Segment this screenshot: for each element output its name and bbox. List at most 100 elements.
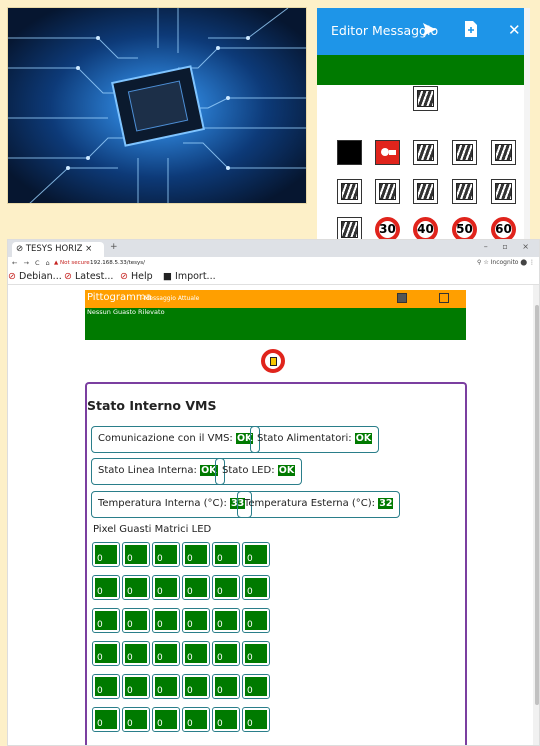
led-matrix-cell: 0	[182, 542, 210, 567]
led-matrix-cell-fill: 0	[245, 578, 267, 597]
login-icon[interactable]	[439, 293, 449, 303]
file-icon[interactable]	[465, 21, 477, 37]
led-matrix-cell-fill: 0	[95, 710, 117, 729]
led-matrix-cell-value: 0	[217, 587, 223, 597]
pictogram-lane-5[interactable]	[375, 179, 400, 204]
led-matrix-cell: 0	[122, 674, 150, 699]
bookmark-item[interactable]: ■ Import...	[163, 271, 216, 282]
browser-window: ⊘ TESYS HORIZ × + – ▫ × ← → C ⌂ ▲ Not se…	[7, 239, 540, 746]
speed-limit-sign[interactable]: 30	[375, 217, 400, 240]
globe-icon: ⊘	[16, 244, 26, 254]
led-matrix-cell-value: 0	[157, 620, 163, 630]
stat-power: Stato Alimentatori: OK	[250, 426, 380, 453]
led-matrix-cell: 0	[212, 608, 240, 633]
led-matrix-cell-value: 0	[187, 620, 193, 630]
led-matrix-cell-value: 0	[157, 653, 163, 663]
browser-tab[interactable]: ⊘ TESYS HORIZ ×	[12, 242, 104, 257]
led-matrix-title: Pixel Guasti Matrici LED	[93, 524, 212, 535]
pictogram-lane-9[interactable]	[337, 217, 362, 240]
led-matrix-cell-fill: 0	[155, 677, 177, 696]
led-matrix-cell: 0	[92, 707, 120, 732]
led-matrix-cell: 0	[152, 707, 180, 732]
led-matrix-cell-fill: 0	[185, 644, 207, 663]
chip-illustration	[8, 8, 306, 203]
led-matrix-cell: 0	[122, 707, 150, 732]
bookmark-label: Help	[131, 271, 153, 282]
toolbar-right-icons[interactable]: ⚲ ☆ Incognito ⬤ ⋮	[477, 259, 535, 266]
led-matrix-cell: 0	[122, 641, 150, 666]
pictogram-lane-6[interactable]	[413, 179, 438, 204]
speed-limit-sign[interactable]: 50	[452, 217, 477, 240]
led-matrix-cell-value: 0	[247, 719, 253, 729]
led-matrix-cell-fill: 0	[185, 611, 207, 630]
led-matrix-cell: 0	[152, 542, 180, 567]
pictogram-lane-8[interactable]	[491, 179, 516, 204]
bookmark-item[interactable]: ⊘ Help	[120, 271, 153, 282]
led-matrix-cell-value: 0	[127, 686, 133, 696]
led-matrix-cell: 0	[182, 641, 210, 666]
led-matrix-cell: 0	[92, 542, 120, 567]
not-secure-badge[interactable]: ▲ Not secure	[54, 260, 90, 266]
led-matrix-cell: 0	[212, 641, 240, 666]
editor-scrollbar[interactable]	[524, 8, 530, 240]
pictogram-blank[interactable]	[337, 140, 362, 165]
led-matrix-cell-value: 0	[127, 554, 133, 564]
bookmark-item[interactable]: ⊘ Latest...	[64, 271, 113, 282]
edit-icon[interactable]	[397, 293, 407, 303]
stat-led: Stato LED: OK	[215, 458, 303, 485]
led-matrix-cell: 0	[152, 641, 180, 666]
led-matrix-cell-value: 0	[127, 620, 133, 630]
led-matrix-cell: 0	[242, 608, 270, 633]
bookmark-icon: ⊘	[120, 271, 128, 282]
pictogram-lane-7[interactable]	[452, 179, 477, 204]
led-matrix-cell-fill: 0	[215, 611, 237, 630]
window-controls[interactable]: – ▫ ×	[484, 242, 535, 251]
led-matrix-cell-value: 0	[157, 686, 163, 696]
vms-title: Stato Interno VMS	[87, 398, 217, 413]
tab-close-icon[interactable]: ×	[82, 244, 92, 254]
led-matrix-cell: 0	[242, 575, 270, 600]
led-matrix-cell-fill: 0	[245, 644, 267, 663]
speed-limit-sign[interactable]: 40	[413, 217, 438, 240]
led-matrix-cell-fill: 0	[245, 611, 267, 630]
led-matrix-cell: 0	[182, 674, 210, 699]
led-matrix-cell-value: 0	[217, 620, 223, 630]
led-matrix-cell-fill: 0	[245, 677, 267, 696]
new-tab-button[interactable]: +	[110, 242, 118, 252]
led-matrix-cell: 0	[212, 674, 240, 699]
close-icon[interactable]: ✕	[508, 21, 521, 39]
led-matrix-cell-value: 0	[97, 719, 103, 729]
pictogram-lane-3[interactable]	[491, 140, 516, 165]
led-matrix-cell-value: 0	[97, 554, 103, 564]
stat-internal-temp: Temperatura Interna (°C): 33	[91, 491, 253, 518]
led-matrix-cell-fill: 0	[155, 710, 177, 729]
led-matrix-cell-fill: 0	[155, 644, 177, 663]
led-matrix-cell-fill: 0	[95, 677, 117, 696]
pictogram-subtitle: -Messaggio Attuale	[142, 295, 200, 302]
scrollbar-thumb[interactable]	[535, 305, 539, 705]
led-matrix-cell-fill: 0	[95, 545, 117, 564]
led-matrix-cell-fill: 0	[155, 611, 177, 630]
led-matrix-cell-value: 0	[187, 653, 193, 663]
led-matrix-cell-value: 0	[157, 719, 163, 729]
pictogram-warning[interactable]	[375, 140, 400, 165]
pictogram-lane-4[interactable]	[337, 179, 362, 204]
send-icon[interactable]	[422, 22, 437, 37]
stat-label: Temperatura Esterna (°C):	[244, 498, 376, 509]
speed-limit-sign[interactable]: 60	[491, 217, 516, 240]
bookmark-item[interactable]: ⊘ Debian...	[8, 271, 62, 282]
led-matrix-cell: 0	[182, 575, 210, 600]
led-matrix-cell-fill: 0	[185, 710, 207, 729]
bookmark-icon: ⊘	[8, 271, 16, 282]
url-field[interactable]: 192.168.5.33/tesys/	[90, 260, 145, 266]
led-matrix-cell-value: 0	[187, 587, 193, 597]
pictogram-lane-2[interactable]	[452, 140, 477, 165]
led-matrix-cell-value: 0	[217, 653, 223, 663]
led-matrix-cell-fill: 0	[215, 677, 237, 696]
stat-label: Temperatura Interna (°C):	[98, 498, 227, 509]
led-matrix-cell-value: 0	[247, 653, 253, 663]
pictogram-lane-1[interactable]	[413, 140, 438, 165]
nav-buttons[interactable]: ← → C ⌂	[12, 259, 52, 267]
led-matrix-cell-value: 0	[127, 587, 133, 597]
led-matrix-cell-fill: 0	[125, 710, 147, 729]
